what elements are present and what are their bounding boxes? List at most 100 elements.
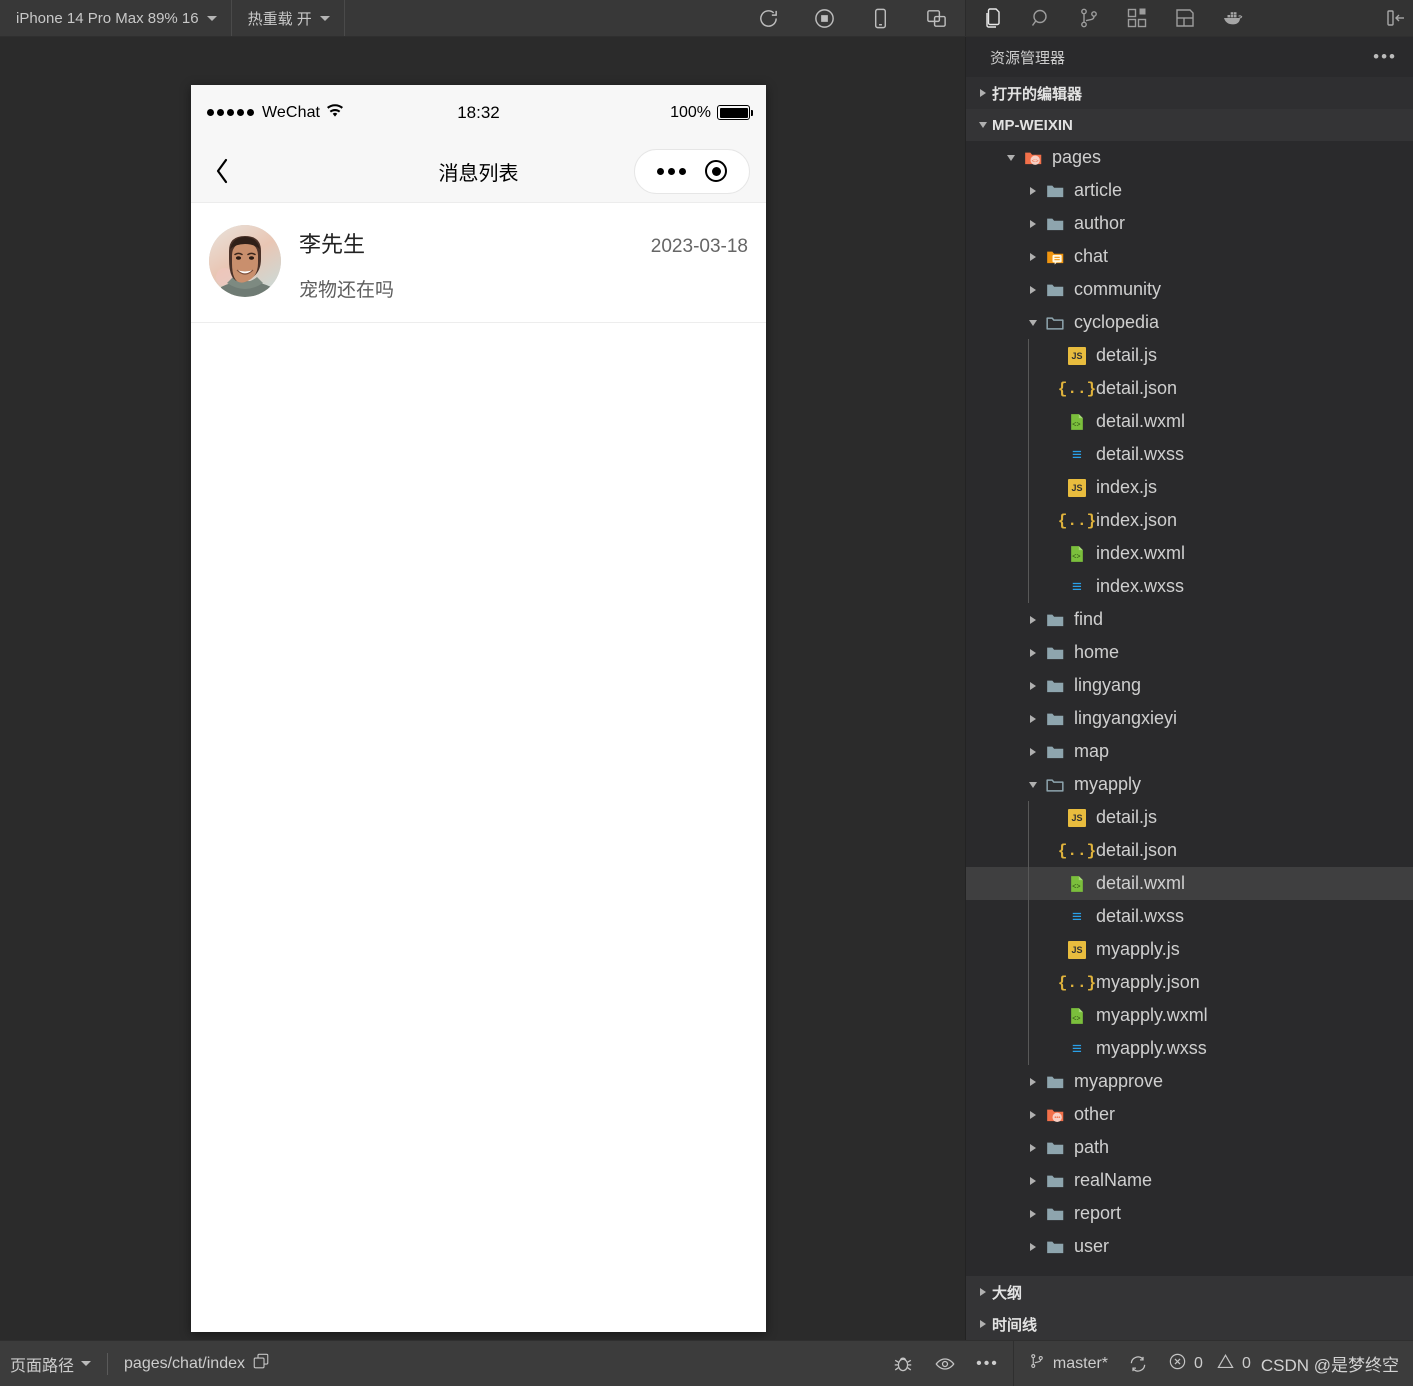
chevron-down-icon[interactable]: [1002, 154, 1020, 161]
extensions-icon[interactable]: [1120, 1, 1154, 35]
chevron-right-icon[interactable]: [1024, 219, 1042, 228]
section-outline[interactable]: 大纲: [966, 1276, 1413, 1308]
close-target-icon[interactable]: [705, 160, 728, 182]
simulator-toolbar: iPhone 14 Pro Max 89% 16 热重载 开: [0, 0, 1413, 37]
section-open-editors-label: 打开的编辑器: [992, 85, 1083, 103]
page-path-dropdown[interactable]: 页面路径: [0, 1341, 101, 1386]
chevron-right-icon[interactable]: [1024, 1176, 1042, 1185]
chevron-right-icon[interactable]: [1024, 186, 1042, 195]
tree-item-article[interactable]: article: [966, 174, 1413, 207]
toggle-sidebar-icon[interactable]: [1379, 1, 1413, 35]
indent-guide: [1028, 867, 1029, 900]
tree-item-myapply-wxss[interactable]: ≡ myapply.wxss: [966, 1032, 1413, 1065]
hotreload-select[interactable]: 热重载 开: [232, 0, 345, 36]
wxml-file-icon: <>: [1064, 544, 1090, 564]
tree-item-label: report: [1074, 1203, 1122, 1223]
section-open-editors[interactable]: 打开的编辑器: [966, 77, 1413, 109]
device-select[interactable]: iPhone 14 Pro Max 89% 16: [0, 0, 232, 36]
file-tree: <> pages article author chat community cyclope…: [966, 141, 1413, 1276]
tree-item-label: myapply.js: [1096, 939, 1180, 959]
chevron-right-icon[interactable]: [1024, 285, 1042, 294]
simulator-canvas: WeChat 18:32 100% 消息列表 李先生 2023-03-18 宠物…: [0, 37, 965, 1340]
refresh-icon[interactable]: [753, 3, 783, 33]
section-workspace-root[interactable]: MP-WEIXIN: [966, 109, 1413, 141]
chevron-right-icon[interactable]: [1024, 1209, 1042, 1218]
chevron-right-icon[interactable]: [1024, 1143, 1042, 1152]
copy-icon[interactable]: [252, 1352, 270, 1375]
chevron-right-icon[interactable]: [1024, 714, 1042, 723]
tree-item-author[interactable]: author: [966, 207, 1413, 240]
tree-item-map[interactable]: map: [966, 735, 1413, 768]
layout-icon[interactable]: [1168, 1, 1202, 35]
phone-nav-bar: 消息列表: [191, 140, 766, 203]
chevron-right-icon[interactable]: [1024, 648, 1042, 657]
source-control-icon[interactable]: [1072, 1, 1106, 35]
tree-item-myapply[interactable]: myapply: [966, 768, 1413, 801]
folder-icon: [1042, 742, 1068, 762]
tree-item-myapply-wxml[interactable]: <> myapply.wxml: [966, 999, 1413, 1032]
debug-icon[interactable]: [882, 1341, 924, 1386]
tree-item-index-js[interactable]: JS index.js: [966, 471, 1413, 504]
tree-item-index-wxml[interactable]: <> index.wxml: [966, 537, 1413, 570]
problems-indicator[interactable]: 0 0: [1158, 1341, 1261, 1386]
chevron-down-icon[interactable]: [1024, 319, 1042, 326]
back-chevron-icon[interactable]: [207, 156, 237, 186]
branch-indicator[interactable]: master*: [1018, 1341, 1118, 1386]
search-icon[interactable]: [1024, 1, 1058, 35]
tree-item-lingyang[interactable]: lingyang: [966, 669, 1413, 702]
tree-item-chat[interactable]: chat: [966, 240, 1413, 273]
wxml-file-icon: <>: [1064, 412, 1090, 432]
list-item[interactable]: 李先生 2023-03-18 宠物还在吗: [191, 203, 766, 323]
tree-item-community[interactable]: community: [966, 273, 1413, 306]
tree-item-label: realName: [1074, 1170, 1153, 1190]
chevron-right-icon[interactable]: [1024, 1110, 1042, 1119]
chevron-down-icon[interactable]: [1024, 781, 1042, 788]
chevron-down-icon: [206, 15, 217, 21]
tree-item-detail-wxml[interactable]: <> detail.wxml: [966, 405, 1413, 438]
page-path-value-item[interactable]: pages/chat/index: [114, 1341, 280, 1386]
docker-icon[interactable]: [1216, 1, 1250, 35]
multi-window-icon[interactable]: [921, 3, 951, 33]
tree-item-detail-wxss[interactable]: ≡ detail.wxss: [966, 438, 1413, 471]
tree-item-other[interactable]: other: [966, 1098, 1413, 1131]
tree-item-myapprove[interactable]: myapprove: [966, 1065, 1413, 1098]
source-control-icon: [1028, 1351, 1046, 1376]
chevron-right-icon[interactable]: [1024, 747, 1042, 756]
eye-icon[interactable]: [924, 1341, 966, 1386]
tree-item-detail-wxss[interactable]: ≡ detail.wxss: [966, 900, 1413, 933]
sync-icon[interactable]: [1118, 1341, 1158, 1386]
mobile-preview-icon[interactable]: [865, 3, 895, 33]
tree-item-detail-wxml[interactable]: <> detail.wxml: [966, 867, 1413, 900]
stop-record-icon[interactable]: [809, 3, 839, 33]
tree-item-report[interactable]: report: [966, 1197, 1413, 1230]
tree-item-path[interactable]: path: [966, 1131, 1413, 1164]
tree-item-index-wxss[interactable]: ≡ index.wxss: [966, 570, 1413, 603]
tree-item-index-json[interactable]: {..} index.json: [966, 504, 1413, 537]
more-dots-icon[interactable]: [656, 167, 686, 175]
tree-item-pages[interactable]: <> pages: [966, 141, 1413, 174]
tree-item-detail-js[interactable]: JS detail.js: [966, 801, 1413, 834]
section-timeline[interactable]: 时间线: [966, 1308, 1413, 1340]
tree-item-myapply-js[interactable]: JS myapply.js: [966, 933, 1413, 966]
chevron-right-icon[interactable]: [1024, 1077, 1042, 1086]
wechat-capsule-button[interactable]: [634, 148, 750, 194]
activity-bar: [965, 0, 1413, 36]
tree-item-cyclopedia[interactable]: cyclopedia: [966, 306, 1413, 339]
tree-item-realName[interactable]: realName: [966, 1164, 1413, 1197]
tree-item-lingyangxieyi[interactable]: lingyangxieyi: [966, 702, 1413, 735]
tree-item-user[interactable]: user: [966, 1230, 1413, 1263]
tree-item-detail-json[interactable]: {..} detail.json: [966, 834, 1413, 867]
tree-item-find[interactable]: find: [966, 603, 1413, 636]
tree-item-detail-js[interactable]: JS detail.js: [966, 339, 1413, 372]
tree-item-detail-json[interactable]: {..} detail.json: [966, 372, 1413, 405]
chevron-right-icon[interactable]: [1024, 681, 1042, 690]
tree-item-label: find: [1074, 609, 1104, 629]
chevron-right-icon[interactable]: [1024, 1242, 1042, 1251]
status-more-icon[interactable]: •••: [966, 1341, 1009, 1386]
explorer-icon[interactable]: [976, 1, 1010, 35]
explorer-more-actions-icon[interactable]: •••: [1373, 47, 1397, 67]
chevron-right-icon[interactable]: [1024, 252, 1042, 261]
tree-item-myapply-json[interactable]: {..} myapply.json: [966, 966, 1413, 999]
tree-item-home[interactable]: home: [966, 636, 1413, 669]
chevron-right-icon[interactable]: [1024, 615, 1042, 624]
